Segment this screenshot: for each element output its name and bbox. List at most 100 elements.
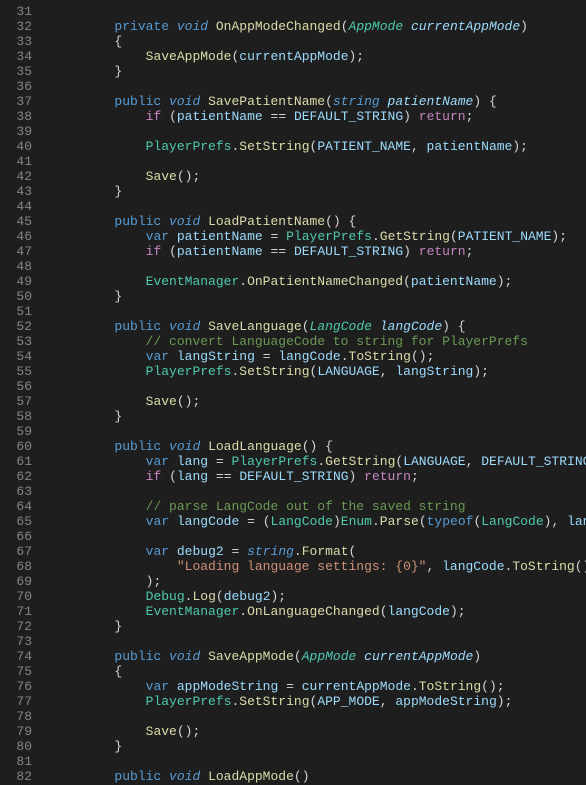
line-number: 74 <box>8 649 32 664</box>
code-line[interactable]: } <box>52 739 586 754</box>
line-number: 53 <box>8 334 32 349</box>
line-number: 71 <box>8 604 32 619</box>
code-line[interactable]: EventManager.OnPatientNameChanged(patien… <box>52 274 586 289</box>
code-line[interactable]: public void LoadAppMode() <box>52 769 586 784</box>
code-line[interactable]: PlayerPrefs.SetString(PATIENT_NAME, pati… <box>52 139 586 154</box>
line-number-gutter: 3132333435363738394041424344454647484950… <box>0 0 44 785</box>
code-line[interactable]: private void OnAppModeChanged(AppMode cu… <box>52 19 586 34</box>
code-line[interactable]: var langString = langCode.ToString(); <box>52 349 586 364</box>
code-line[interactable]: { <box>52 664 586 679</box>
code-line[interactable]: var langCode = (LangCode)Enum.Parse(type… <box>52 514 586 529</box>
code-line[interactable]: Save(); <box>52 724 586 739</box>
line-number: 78 <box>8 709 32 724</box>
code-line[interactable]: PlayerPrefs.SetString(APP_MODE, appModeS… <box>52 694 586 709</box>
line-number: 33 <box>8 34 32 49</box>
line-number: 50 <box>8 289 32 304</box>
code-line[interactable]: "Loading language settings: {0}", langCo… <box>52 559 586 574</box>
code-line[interactable]: // parse LangCode out of the saved strin… <box>52 499 586 514</box>
line-number: 36 <box>8 79 32 94</box>
line-number: 76 <box>8 679 32 694</box>
code-line[interactable]: var patientName = PlayerPrefs.GetString(… <box>52 229 586 244</box>
line-number: 37 <box>8 94 32 109</box>
code-line[interactable]: public void SaveAppMode(AppMode currentA… <box>52 649 586 664</box>
code-line[interactable] <box>52 634 586 649</box>
line-number: 31 <box>8 4 32 19</box>
code-line[interactable]: EventManager.OnLanguageChanged(langCode)… <box>52 604 586 619</box>
line-number: 45 <box>8 214 32 229</box>
line-number: 35 <box>8 64 32 79</box>
code-line[interactable]: if (lang == DEFAULT_STRING) return; <box>52 469 586 484</box>
line-number: 67 <box>8 544 32 559</box>
line-number: 54 <box>8 349 32 364</box>
line-number: 62 <box>8 469 32 484</box>
code-line[interactable]: } <box>52 184 586 199</box>
line-number: 68 <box>8 559 32 574</box>
line-number: 73 <box>8 634 32 649</box>
line-number: 82 <box>8 769 32 784</box>
code-line[interactable] <box>52 754 586 769</box>
line-number: 58 <box>8 409 32 424</box>
line-number: 47 <box>8 244 32 259</box>
line-number: 42 <box>8 169 32 184</box>
line-number: 44 <box>8 199 32 214</box>
code-line[interactable]: Save(); <box>52 394 586 409</box>
line-number: 75 <box>8 664 32 679</box>
code-line[interactable]: SaveAppMode(currentAppMode); <box>52 49 586 64</box>
code-line[interactable]: PlayerPrefs.SetString(LANGUAGE, langStri… <box>52 364 586 379</box>
line-number: 39 <box>8 124 32 139</box>
code-line[interactable]: } <box>52 289 586 304</box>
line-number: 70 <box>8 589 32 604</box>
line-number: 57 <box>8 394 32 409</box>
line-number: 64 <box>8 499 32 514</box>
code-line[interactable]: } <box>52 619 586 634</box>
code-line[interactable] <box>52 79 586 94</box>
line-number: 63 <box>8 484 32 499</box>
code-line[interactable]: if (patientName == DEFAULT_STRING) retur… <box>52 109 586 124</box>
code-line[interactable]: Debug.Log(debug2); <box>52 589 586 604</box>
code-line[interactable]: } <box>52 64 586 79</box>
code-line[interactable]: public void LoadLanguage() { <box>52 439 586 454</box>
code-line[interactable]: public void SaveLanguage(LangCode langCo… <box>52 319 586 334</box>
line-number: 66 <box>8 529 32 544</box>
line-number: 79 <box>8 724 32 739</box>
line-number: 34 <box>8 49 32 64</box>
code-line[interactable]: Save(); <box>52 169 586 184</box>
line-number: 52 <box>8 319 32 334</box>
code-line[interactable] <box>52 154 586 169</box>
code-line[interactable]: var lang = PlayerPrefs.GetString(LANGUAG… <box>52 454 586 469</box>
code-line[interactable]: var debug2 = string.Format( <box>52 544 586 559</box>
line-number: 59 <box>8 424 32 439</box>
code-line[interactable] <box>52 199 586 214</box>
code-line[interactable] <box>52 484 586 499</box>
line-number: 41 <box>8 154 32 169</box>
line-number: 80 <box>8 739 32 754</box>
line-number: 55 <box>8 364 32 379</box>
line-number: 46 <box>8 229 32 244</box>
code-line[interactable]: } <box>52 409 586 424</box>
code-line[interactable]: var appModeString = currentAppMode.ToStr… <box>52 679 586 694</box>
code-line[interactable] <box>52 424 586 439</box>
code-line[interactable] <box>52 379 586 394</box>
code-line[interactable] <box>52 259 586 274</box>
line-number: 61 <box>8 454 32 469</box>
code-line[interactable]: { <box>52 34 586 49</box>
line-number: 43 <box>8 184 32 199</box>
line-number: 81 <box>8 754 32 769</box>
code-line[interactable] <box>52 304 586 319</box>
code-line[interactable]: // convert LanguageCode to string for Pl… <box>52 334 586 349</box>
code-line[interactable] <box>52 709 586 724</box>
code-line[interactable]: ); <box>52 574 586 589</box>
code-area[interactable]: private void OnAppModeChanged(AppMode cu… <box>44 0 586 785</box>
line-number: 32 <box>8 19 32 34</box>
line-number: 77 <box>8 694 32 709</box>
code-line[interactable] <box>52 529 586 544</box>
code-line[interactable] <box>52 124 586 139</box>
code-line[interactable]: public void LoadPatientName() { <box>52 214 586 229</box>
line-number: 69 <box>8 574 32 589</box>
line-number: 40 <box>8 139 32 154</box>
line-number: 56 <box>8 379 32 394</box>
line-number: 38 <box>8 109 32 124</box>
code-line[interactable] <box>52 4 586 19</box>
code-line[interactable]: if (patientName == DEFAULT_STRING) retur… <box>52 244 586 259</box>
code-line[interactable]: public void SavePatientName(string patie… <box>52 94 586 109</box>
